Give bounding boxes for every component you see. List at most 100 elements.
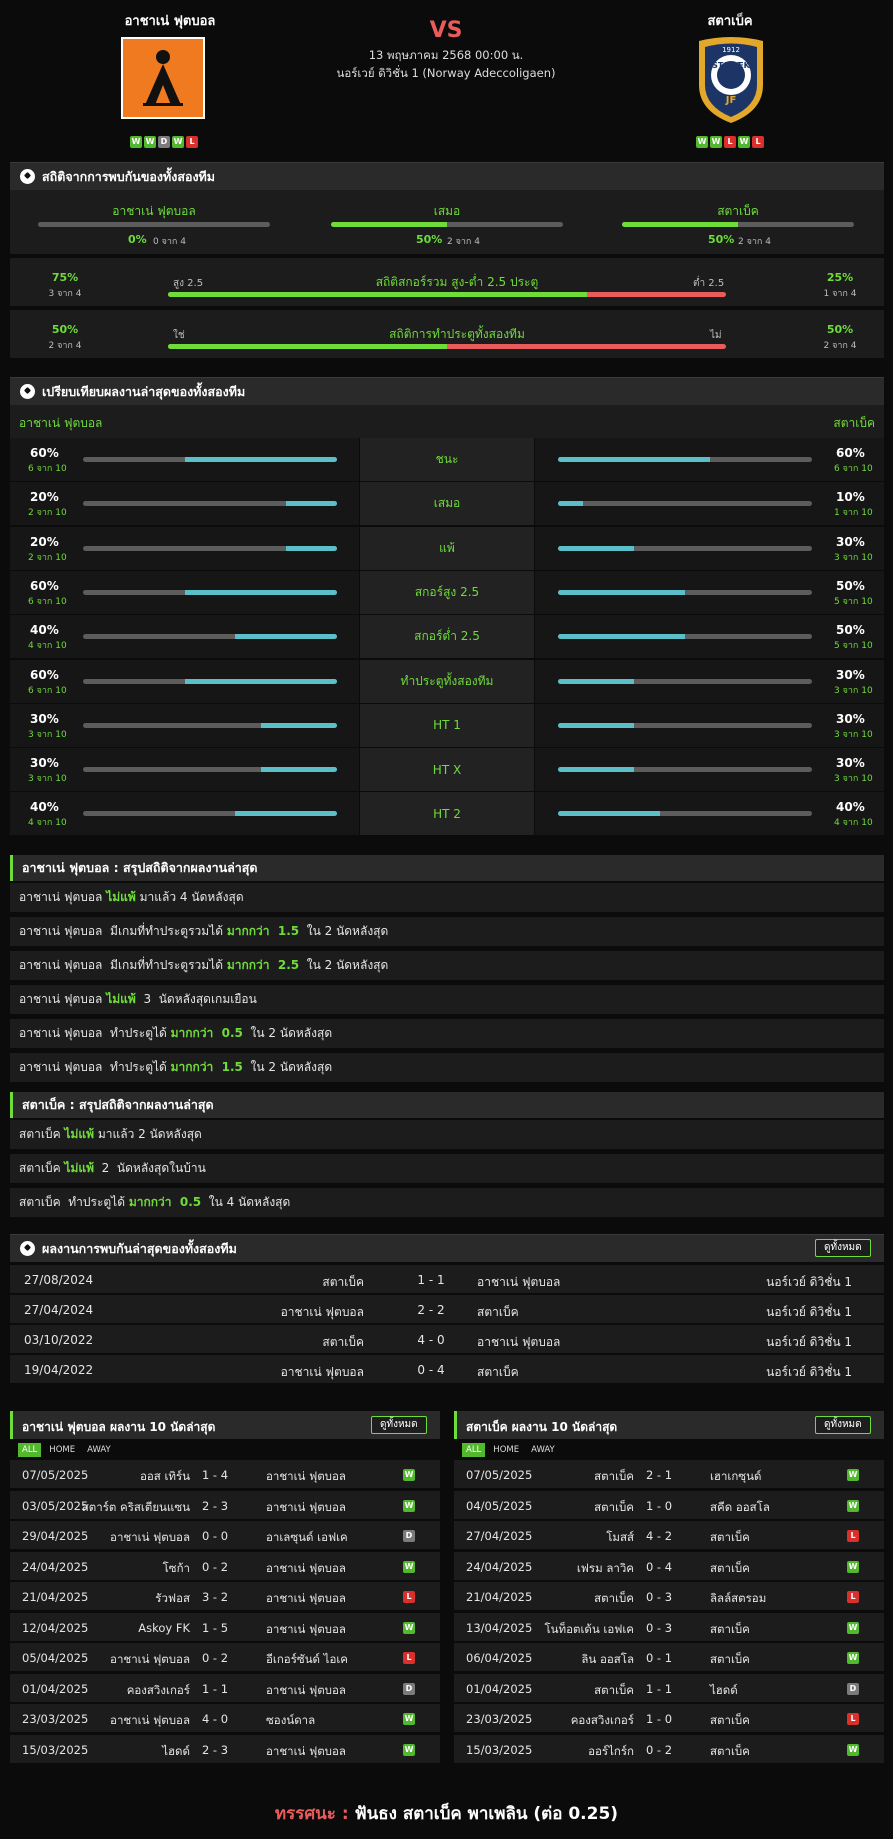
compare-away-bar: [558, 634, 812, 640]
tab-away[interactable]: AWAY: [527, 1443, 559, 1457]
summary-highlight: ไม่แพ้: [106, 890, 136, 904]
compare-home-side: 40% 4 จาก 10: [10, 792, 359, 836]
last10-row[interactable]: 01/04/2025 คองสวิงเกอร์ 1 - 1 อาชาเน่ ฟุตบอ…: [10, 1673, 440, 1703]
summary-text: ใน 4 นัดหลังสุด: [201, 1195, 291, 1209]
compare-away-bar: [558, 589, 812, 595]
tab-all[interactable]: ALL: [18, 1443, 42, 1457]
compare-away-pct: 30%: [836, 534, 865, 549]
h2h-match-row[interactable]: 03/10/2022 สตาเบ็ค 4 - 0 อาชาเน่ ฟุตบอล นอร์…: [10, 1325, 884, 1354]
compare-away-side: 30% 3 จาก 10: [535, 748, 884, 792]
last10-row[interactable]: 06/04/2025 ลิน ออสโล 0 - 1 สตาเบ็ค W: [454, 1643, 884, 1672]
league-name[interactable]: นอร์เวย์ ดิวิชั่น 1 (Norway Adeccoligaen…: [296, 65, 596, 83]
compare-home-bar: [83, 678, 337, 684]
last10-row[interactable]: 04/05/2025 สตาเบ็ค 1 - 0 สคีด ออสโล W: [454, 1490, 884, 1520]
match-score: 2 - 1: [645, 1468, 673, 1482]
last10-row[interactable]: 29/04/2025 อาชาเน่ ฟุตบอล 0 - 0 อาเลซุนด์ เ…: [10, 1521, 440, 1550]
tab-home[interactable]: HOME: [489, 1443, 523, 1457]
match-score: 1 - 4: [201, 1468, 229, 1482]
last10-row[interactable]: 03/05/2025 สตาร์ต คริสเตียนแซน 2 - 3 อาชาเน…: [10, 1490, 440, 1520]
compare-away-sub: 3 จาก 10: [834, 729, 873, 740]
compare-row: 30% 3 จาก 10 HT X 30% 3 จาก 10: [10, 748, 884, 792]
match-away: อีเกอร์ซันด์ ไอเค: [266, 1652, 348, 1666]
compare-home-fill: [260, 767, 337, 773]
h2h-match-row[interactable]: 27/08/2024 สตาเบ็ค 1 - 1 อาชาเน่ ฟุตบอล นอร์…: [10, 1265, 884, 1294]
compare-away-sub: 3 จาก 10: [834, 552, 873, 563]
match-home: ออร์ไกร์ก: [588, 1743, 634, 1758]
last10-row[interactable]: 15/03/2025 ไฮดด์ 2 - 3 อาชาเน่ ฟุตบอล W: [10, 1734, 440, 1764]
last10-row[interactable]: 23/03/2025 คองสวิงเกอร์ 1 - 0 สตาเบ็ค L: [454, 1704, 884, 1733]
match-home: อาชาเน่ ฟุตบอล: [110, 1652, 190, 1666]
soccer-ball-icon: [20, 384, 35, 399]
last10-row[interactable]: 24/04/2025 โซก้า 0 - 2 อาชาเน่ ฟุตบอล W: [10, 1551, 440, 1581]
last10-row[interactable]: 15/03/2025 ออร์ไกร์ก 0 - 2 สตาเบ็ค W: [454, 1734, 884, 1764]
last10-row[interactable]: 21/04/2025 สตาเบ็ค 0 - 3 ลิลล์สตรอม L: [454, 1582, 884, 1611]
away-team-logo[interactable]: 1912 STABÆK JF: [693, 35, 769, 125]
last10-row[interactable]: 27/04/2025 โมสส์ 4 - 2 สตาเบ็ค L: [454, 1521, 884, 1550]
match-home: สตาเบ็ค: [594, 1682, 634, 1697]
away-last10-view-all-button[interactable]: ดูทั้งหมด: [815, 1416, 871, 1434]
match-score: 3 - 2: [201, 1590, 229, 1604]
last10-row[interactable]: 01/04/2025 สตาเบ็ค 1 - 1 ไฮดด์ D: [454, 1673, 884, 1703]
last10-row[interactable]: 05/04/2025 อาชาเน่ ฟุตบอล 0 - 2 อีเกอร์ซันด…: [10, 1643, 440, 1672]
result-badge: W: [403, 1469, 415, 1481]
last10-row[interactable]: 13/04/2025 โนท็อตเด้น เอฟเค 0 - 3 สตาเบ็ค W: [454, 1612, 884, 1642]
form-badge: W: [144, 136, 156, 148]
match-score: 1 - 0: [645, 1712, 673, 1726]
summary-text: อาชาเน่ ฟุตบอล: [19, 890, 107, 904]
compare-home-side: 30% 3 จาก 10: [10, 748, 359, 792]
away-logo-initials: JF: [725, 95, 737, 106]
match-away: อาชาเน่ ฟุตบอล: [266, 1499, 346, 1514]
tab-all[interactable]: ALL: [462, 1443, 486, 1457]
h2h-draw-pct: 50%: [416, 233, 443, 246]
match-home: สตาเบ็ค: [594, 1591, 634, 1605]
match-home: สตาเบ็ค: [594, 1469, 634, 1483]
compare-away-fill: [558, 678, 635, 684]
last10-row[interactable]: 07/05/2025 ออส เทิร์น 1 - 4 อาชาเน่ ฟุตบอล W: [10, 1460, 440, 1489]
away-team-name[interactable]: สตาเบ็ค: [640, 10, 820, 31]
compare-away-fill: [558, 722, 635, 728]
compare-away-sub: 6 จาก 10: [834, 464, 873, 474]
home-team-name[interactable]: อาชาเน่ ฟุตบอล: [80, 10, 260, 31]
soccer-ball-icon: [20, 169, 35, 184]
h2h-match-row[interactable]: 19/04/2022 อาชาเน่ ฟุตบอล 0 - 4 สตาเบ็ค นอร์…: [10, 1355, 884, 1384]
match-away: อาชาเน่ ฟุตบอล: [266, 1621, 346, 1636]
btts-left-pct: 50%: [51, 323, 79, 336]
home-team-logo[interactable]: [121, 37, 205, 119]
h2h-match-row[interactable]: 27/04/2024 อาชาเน่ ฟุตบอล 2 - 2 สตาเบ็ค นอร์…: [10, 1295, 884, 1324]
btts-right-sub: 2 จาก 4: [823, 341, 857, 351]
match-date: 27/04/2025: [466, 1529, 533, 1543]
compare-away-sub: 4 จาก 10: [834, 818, 873, 829]
btts-right-pct: 50%: [826, 323, 854, 336]
ou-bar: [168, 292, 726, 297]
result-badge: W: [847, 1621, 859, 1634]
match-away: ซองน์ดาล: [266, 1713, 316, 1727]
match-score: 0 - 4: [417, 1363, 445, 1377]
compare-away-side: 10% 1 จาก 10: [535, 482, 884, 526]
last10-row[interactable]: 07/05/2025 สตาเบ็ค 2 - 1 เฮาเกซุนด์ W: [454, 1460, 884, 1489]
home-last10-view-all-button[interactable]: ดูทั้งหมด: [371, 1416, 427, 1434]
last10-row[interactable]: 12/04/2025 Askoy FK 1 - 5 อาชาเน่ ฟุตบอล W: [10, 1612, 440, 1642]
tab-away[interactable]: AWAY: [83, 1443, 115, 1457]
result-badge: W: [403, 1621, 415, 1634]
compare-away-pct: 30%: [836, 667, 865, 682]
last10-row[interactable]: 21/04/2025 รัวฟอส 3 - 2 อาชาเน่ ฟุตบอล L: [10, 1582, 440, 1611]
compare-away-fill: [558, 767, 635, 773]
last10-row[interactable]: 24/04/2025 เฟรม ลาวิค 0 - 4 สตาเบ็ค W: [454, 1551, 884, 1581]
prediction-text: ฟันธง สตาเบ็ค พาเพลิน (ต่อ 0.25): [354, 1804, 619, 1824]
h2h-draw-label: เสมอ: [433, 204, 461, 218]
result-badge: W: [403, 1713, 415, 1725]
tab-home[interactable]: HOME: [45, 1443, 79, 1457]
compare-away-bar: [558, 722, 812, 728]
last10-row[interactable]: 23/03/2025 อาชาเน่ ฟุตบอล 4 - 0 ซองน์ดาล W: [10, 1704, 440, 1733]
form-badge: W: [738, 136, 750, 148]
match-date: 21/04/2025: [466, 1590, 533, 1604]
summary-text: สตาเบ็ค: [19, 1161, 65, 1175]
summary-row: อาชาเน่ ฟุตบอล ไม่แพ้ มาแล้ว 4 นัดหลังสุ…: [10, 883, 884, 913]
compare-home-sub: 2 จาก 10: [28, 552, 67, 563]
summary-highlight: มากกว่า 0.5: [128, 1195, 202, 1209]
result-badge: L: [847, 1713, 859, 1725]
summary-text: อาชาเน่ ฟุตบอล ทำประตูได้: [19, 1060, 171, 1074]
compare-away-pct: 50%: [836, 623, 865, 638]
match-away: สตาเบ็ค: [710, 1621, 750, 1636]
h2h-view-all-button[interactable]: ดูทั้งหมด: [815, 1239, 871, 1257]
